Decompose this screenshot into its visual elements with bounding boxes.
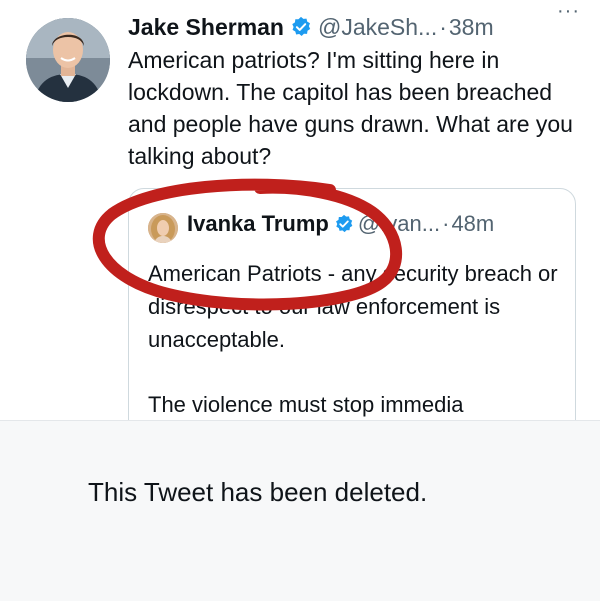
man-avatar-icon [26, 18, 110, 102]
tweet-timestamp[interactable]: 38m [449, 14, 494, 41]
deleted-tweet-notice: This Tweet has been deleted. [0, 420, 600, 601]
quoted-tweet-header: Ivanka Trump @Ivan... · 48m [187, 211, 494, 237]
quoted-tweet-timestamp[interactable]: 48m [451, 211, 494, 237]
quoted-tweet-paragraph-1: American Patriots - any security breach … [148, 261, 558, 352]
quoted-author-avatar[interactable] [148, 213, 178, 243]
woman-avatar-icon [148, 213, 178, 243]
tweet-text: American patriots? I'm sitting here in l… [128, 47, 573, 169]
verified-badge-icon [334, 214, 354, 234]
verified-badge-icon [290, 16, 312, 38]
separator-dot: · [439, 13, 447, 40]
quoted-tweet-text: American Patriots - any security breach … [148, 257, 558, 420]
author-handle[interactable]: @JakeSh... [318, 14, 437, 41]
quoted-author-name[interactable]: Ivanka Trump [187, 211, 329, 237]
more-options-icon[interactable]: ··· [557, 0, 580, 23]
tweet[interactable]: Jake Sherman @JakeSh... · 38m ··· Americ… [0, 0, 600, 420]
deleted-notice-text: This Tweet has been deleted. [88, 477, 428, 507]
separator-dot: · [442, 211, 450, 236]
author-avatar[interactable] [26, 18, 110, 102]
quoted-tweet-card[interactable]: Ivanka Trump @Ivan... · 48m American Pat… [128, 188, 576, 420]
author-name[interactable]: Jake Sherman [128, 14, 284, 41]
tweet-header: Jake Sherman @JakeSh... · 38m [128, 10, 588, 44]
quoted-author-handle[interactable]: @Ivan... [358, 211, 440, 237]
quoted-tweet-paragraph-2: The violence must stop immedia [148, 392, 464, 417]
